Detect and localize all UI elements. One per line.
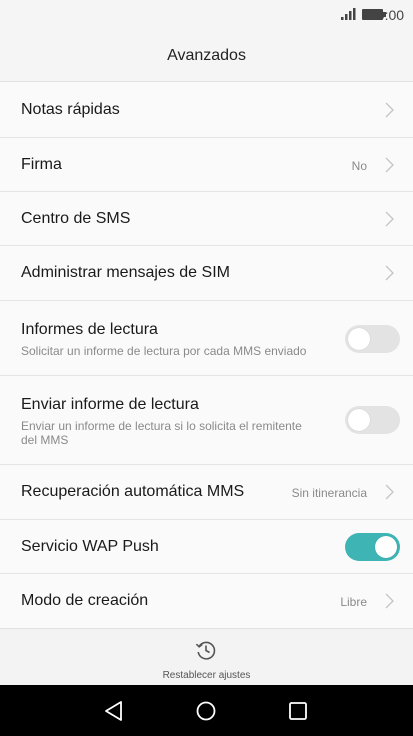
settings-list: Notas rápidas Firma No Centro de SMS Adm… [0,83,413,629]
setting-value: No [351,159,367,173]
setting-recuperacion-mms[interactable]: Recuperación automática MMS Sin itineran… [0,465,413,520]
navigation-bar [0,685,413,736]
chevron-right-icon [385,102,394,118]
toggle-knob [348,409,370,431]
chevron-right-icon [385,211,394,227]
title-bar: Avanzados [0,30,413,82]
toggle-knob [375,536,397,558]
setting-description: Solicitar un informe de lectura por cada… [21,344,307,358]
setting-label: Informes de lectura [21,321,158,338]
setting-label: Firma [21,156,62,173]
setting-label: Centro de SMS [21,210,131,227]
setting-notas-rapidas[interactable]: Notas rápidas [0,83,413,138]
setting-enviar-informe[interactable]: Enviar informe de lectura Enviar un info… [0,376,413,465]
setting-informes-lectura[interactable]: Informes de lectura Solicitar un informe… [0,301,413,376]
setting-label: Enviar informe de lectura [21,396,199,413]
status-bar: 10:00 [0,0,413,30]
setting-label: Notas rápidas [21,101,120,118]
setting-value: Sin itinerancia [291,486,367,500]
enviar-informe-toggle[interactable] [345,406,400,434]
chevron-right-icon [385,593,394,609]
page-title: Avanzados [167,47,246,64]
home-icon[interactable] [196,701,216,721]
reset-settings-button[interactable]: Restablecer ajustes [0,628,413,685]
setting-label: Administrar mensajes de SIM [21,264,230,281]
setting-description: Enviar un informe de lectura si lo solic… [21,419,302,447]
recent-apps-icon[interactable] [289,702,307,720]
back-icon[interactable] [104,700,124,722]
chevron-right-icon [385,265,394,281]
setting-modo-creacion[interactable]: Modo de creación Libre [0,574,413,629]
chevron-right-icon [385,157,394,173]
reset-history-icon [195,641,216,660]
setting-administrar-sim[interactable]: Administrar mensajes de SIM [0,246,413,301]
setting-label: Modo de creación [21,592,149,609]
setting-label: Servicio WAP Push [21,538,159,555]
informes-lectura-toggle[interactable] [345,325,400,353]
setting-wap-push[interactable]: Servicio WAP Push [0,520,413,574]
status-time: 10:00 [369,7,405,23]
chevron-right-icon [385,484,394,500]
toggle-knob [348,328,370,350]
setting-label: Recuperación automática MMS [21,483,245,500]
setting-centro-sms[interactable]: Centro de SMS [0,192,413,246]
setting-value: Libre [340,595,367,609]
wap-push-toggle[interactable] [345,533,400,561]
setting-firma[interactable]: Firma No [0,138,413,192]
reset-settings-label: Restablecer ajustes [162,670,251,681]
signal-icon [341,8,356,20]
